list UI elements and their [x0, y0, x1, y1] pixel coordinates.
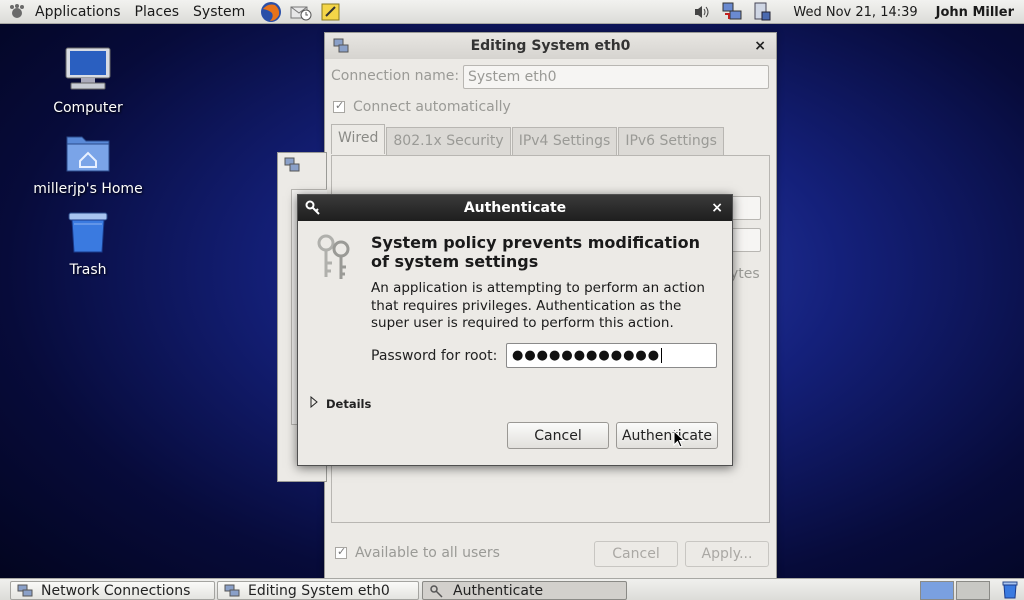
user-menu[interactable]: John Miller — [936, 5, 1024, 20]
connect-automatically-checkbox[interactable] — [333, 99, 345, 113]
volume-icon[interactable] — [691, 2, 713, 22]
tab-ipv6-settings[interactable]: IPv6 Settings — [618, 127, 724, 155]
tab-wired[interactable]: Wired — [331, 124, 386, 154]
authenticate-dialog: Authenticate × System policy prevents mo… — [297, 194, 733, 466]
available-to-all-row[interactable]: Available to all users — [335, 545, 500, 561]
task-network-connections[interactable]: Network Connections — [10, 581, 215, 600]
close-icon[interactable]: × — [711, 200, 723, 216]
authenticate-title: Authenticate — [463, 200, 567, 216]
firefox-icon[interactable] — [260, 1, 282, 22]
editing-window-title: Editing System eth0 — [470, 38, 631, 54]
mouse-cursor-icon — [673, 429, 686, 452]
connection-name-input[interactable]: System eth0 — [463, 65, 769, 89]
menu-applications[interactable]: Applications — [28, 0, 128, 24]
connect-automatically-label: Connect automatically — [353, 99, 511, 115]
task-label: Authenticate — [453, 582, 544, 599]
mail-clock-icon[interactable] — [290, 2, 312, 22]
workspace-1[interactable] — [920, 581, 954, 600]
desktop-icon-trash[interactable]: Trash — [23, 208, 153, 278]
connection-name-label: Connection name: — [331, 68, 460, 84]
connect-automatically-row[interactable]: Connect automatically — [333, 99, 511, 115]
available-to-all-label: Available to all users — [355, 545, 500, 561]
desktop-icon-label: Computer — [53, 100, 123, 116]
update-notifier-icon[interactable] — [751, 2, 773, 22]
menu-system[interactable]: System — [186, 0, 252, 24]
tab-8021x-security[interactable]: 802.1x Security — [386, 127, 511, 155]
gnome-foot-icon[interactable] — [6, 2, 28, 22]
available-to-all-checkbox[interactable] — [335, 545, 347, 559]
system-tray: Wed Nov 21, 14:39 John Miller — [687, 0, 1024, 24]
top-panel: Applications Places System Wed Nov 21, 1… — [0, 0, 1024, 24]
notes-editor-icon[interactable] — [320, 2, 342, 22]
network-icon[interactable] — [721, 2, 743, 22]
key-icon — [429, 584, 445, 598]
password-label: Password for root: — [371, 348, 498, 364]
desktop-icon-home[interactable]: millerjp's Home — [23, 127, 153, 197]
details-expander[interactable]: Details — [310, 395, 372, 411]
authenticate-button[interactable]: Authenticate — [616, 422, 718, 449]
editing-window-titlebar[interactable]: Editing System eth0 × — [325, 33, 776, 59]
tab-ipv4-settings[interactable]: IPv4 Settings — [511, 127, 618, 155]
trash-applet-icon[interactable] — [1000, 581, 1020, 600]
desktop-icon-computer[interactable]: Computer — [23, 46, 153, 116]
bottom-taskbar: Network Connections Editing System eth0 … — [0, 578, 1024, 600]
task-authenticate[interactable]: Authenticate — [422, 581, 627, 600]
task-label: Editing System eth0 — [248, 582, 390, 599]
close-icon[interactable]: × — [754, 38, 766, 54]
network-window-icon — [284, 157, 300, 177]
settings-tabs: Wired 802.1x Security IPv4 Settings IPv6… — [331, 124, 725, 155]
home-folder-icon — [65, 131, 111, 177]
edit-apply-button[interactable]: Apply... — [685, 541, 769, 567]
task-editing-system-eth0[interactable]: Editing System eth0 — [217, 581, 419, 600]
auth-cancel-button[interactable]: Cancel — [507, 422, 609, 449]
task-label: Network Connections — [41, 582, 191, 599]
desktop-icon-label: millerjp's Home — [33, 181, 143, 197]
edit-cancel-button[interactable]: Cancel — [594, 541, 678, 567]
computer-icon — [63, 46, 113, 96]
keys-icon — [314, 233, 354, 285]
mtu-bytes-label: ytes — [730, 266, 760, 282]
auth-heading: System policy prevents modification of s… — [371, 233, 700, 271]
password-input[interactable]: ●●●●●●●●●●●● — [506, 343, 717, 368]
details-label: Details — [326, 396, 372, 411]
workspace-2[interactable] — [956, 581, 990, 600]
clock[interactable]: Wed Nov 21, 14:39 — [777, 5, 935, 20]
network-window-icon — [224, 584, 240, 598]
auth-message: An application is attempting to perform … — [371, 280, 705, 331]
trash-icon — [66, 210, 110, 258]
network-window-icon — [17, 584, 33, 598]
expander-arrow-icon — [310, 395, 318, 411]
authenticate-titlebar[interactable]: Authenticate × — [298, 195, 732, 221]
menu-places[interactable]: Places — [128, 0, 187, 24]
desktop-icon-label: Trash — [69, 262, 107, 278]
